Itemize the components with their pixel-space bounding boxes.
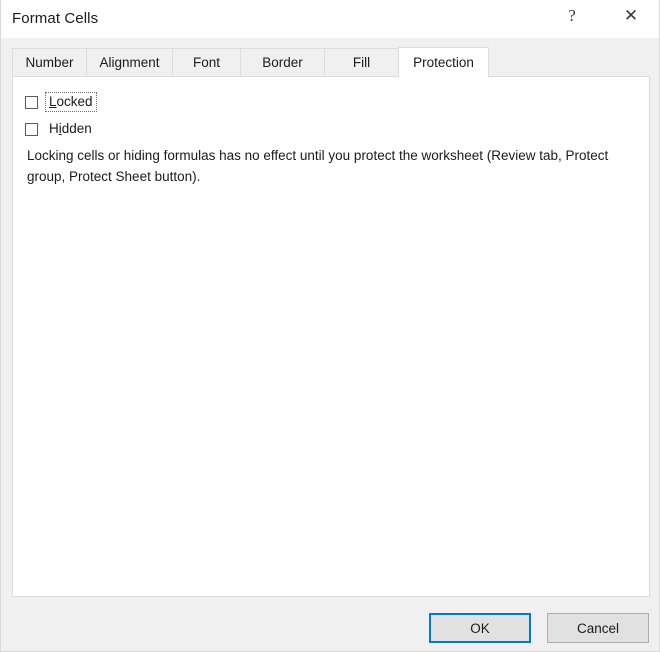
hidden-checkbox[interactable] — [25, 123, 38, 136]
protection-tab-panel: Locked Hidden Locking cells or hiding fo… — [12, 76, 650, 597]
tab-label: Border — [262, 55, 303, 70]
tab-label: Protection — [413, 55, 474, 70]
help-button[interactable]: ? — [549, 0, 595, 31]
question-mark-icon: ? — [568, 7, 576, 24]
label-start: H — [49, 121, 59, 136]
protection-description-text: Locking cells or hiding formulas has no … — [27, 145, 637, 187]
accelerator-letter: L — [49, 94, 57, 109]
tab-number[interactable]: Number — [12, 48, 87, 77]
tab-border[interactable]: Border — [240, 48, 325, 77]
locked-checkbox[interactable] — [25, 96, 38, 109]
tab-label: Font — [193, 55, 220, 70]
label-rest: dden — [62, 121, 92, 136]
tab-label: Number — [25, 55, 73, 70]
tab-fill[interactable]: Fill — [324, 48, 399, 77]
tab-label: Alignment — [99, 55, 159, 70]
format-cells-dialog: Format Cells ? ✕ Number Alignment Font B… — [0, 0, 660, 652]
ok-button-label: OK — [470, 621, 490, 636]
tab-font[interactable]: Font — [172, 48, 241, 77]
tab-alignment[interactable]: Alignment — [86, 48, 173, 77]
dialog-title: Format Cells — [12, 10, 98, 27]
locked-checkbox-label: Locked — [45, 92, 97, 112]
tab-protection[interactable]: Protection — [398, 47, 489, 78]
tab-label: Fill — [353, 55, 370, 70]
close-icon: ✕ — [624, 7, 638, 24]
hidden-checkbox-row[interactable]: Hidden — [25, 119, 96, 139]
locked-checkbox-row[interactable]: Locked — [25, 92, 97, 112]
tab-strip: Number Alignment Font Border Fill Protec… — [12, 48, 488, 77]
close-button[interactable]: ✕ — [608, 0, 654, 31]
cancel-button[interactable]: Cancel — [547, 613, 649, 643]
hidden-checkbox-label: Hidden — [45, 119, 96, 139]
title-bar: Format Cells ? ✕ — [1, 0, 659, 38]
cancel-button-label: Cancel — [577, 621, 619, 636]
label-rest: ocked — [57, 94, 93, 109]
ok-button[interactable]: OK — [429, 613, 531, 643]
